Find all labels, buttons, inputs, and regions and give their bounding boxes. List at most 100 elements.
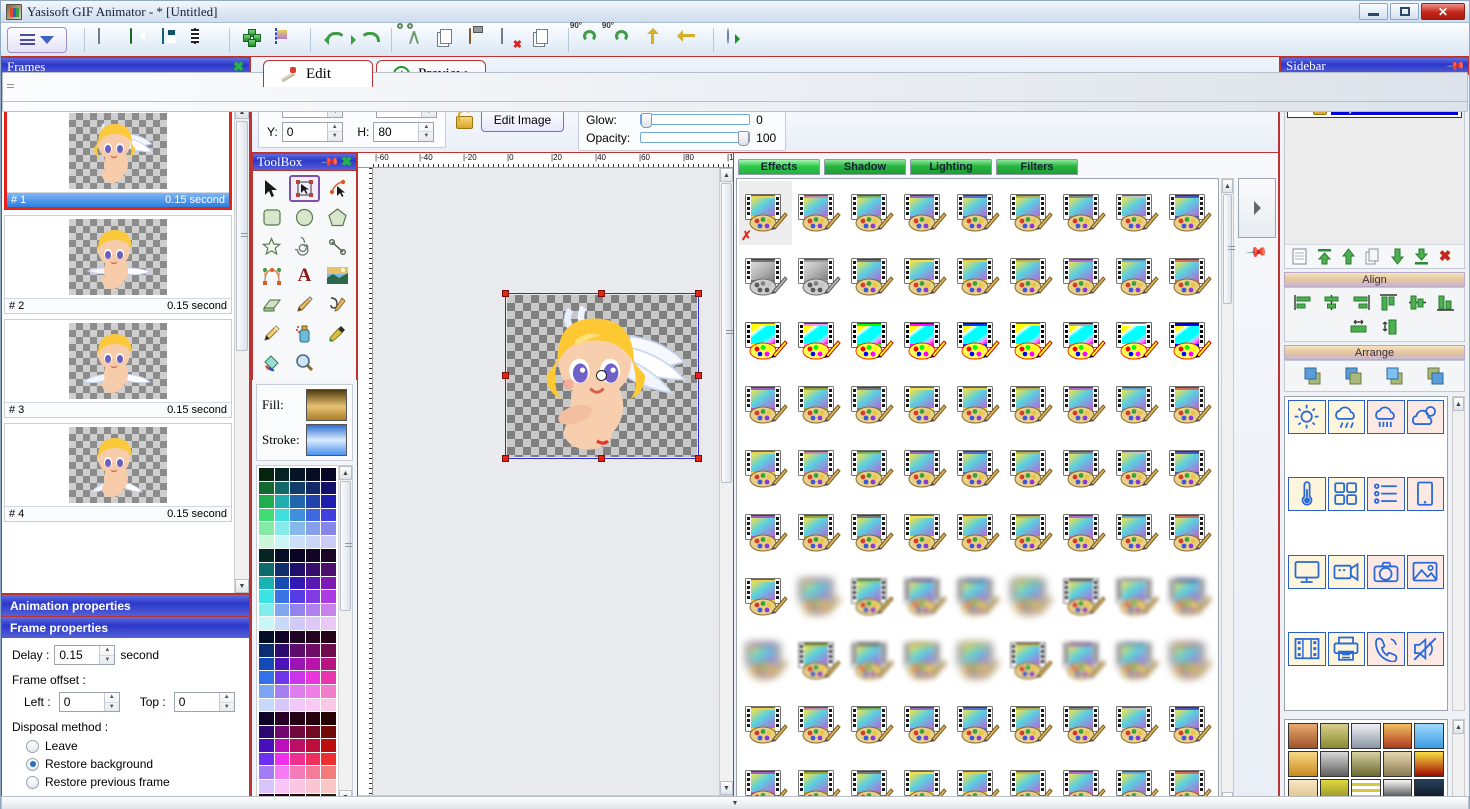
radio-icon[interactable] [26,757,39,771]
palette-swatch[interactable] [290,468,305,481]
palette-swatch[interactable] [305,671,321,684]
palette-swatch[interactable] [274,698,290,712]
effect-thumbnail[interactable] [1163,181,1216,245]
clipart-item[interactable] [1327,554,1365,589]
export-gif-button[interactable] [190,26,220,54]
palette-swatch[interactable] [290,603,305,617]
clipart-item[interactable] [1367,400,1405,434]
curve-pencil-tool[interactable] [322,291,353,318]
palette-swatch[interactable] [321,657,336,671]
transform-tool[interactable] [289,175,320,202]
palette-swatch[interactable] [305,549,321,562]
save-file-button[interactable] [158,26,188,54]
polygon-tool[interactable] [322,204,353,231]
palette-swatch[interactable] [305,630,321,644]
disposal-option-leave[interactable]: Leave [26,739,239,753]
palette-swatch[interactable] [259,657,274,671]
disposal-option-restore-background[interactable]: Restore background [26,757,239,771]
bezier-tool[interactable] [256,262,287,289]
palette-swatch[interactable] [259,671,274,684]
scrollbar-thumb[interactable] [340,481,352,611]
effect-thumbnail[interactable] [898,373,951,437]
stroke-color-swatch[interactable] [305,424,347,456]
effect-thumbnail[interactable] [951,437,1004,501]
spin-up-icon[interactable]: ▲ [419,123,434,132]
effect-thumbnail[interactable] [1057,437,1110,501]
palette-swatch[interactable] [321,671,336,684]
delete-layer-button[interactable]: ✖ [1439,248,1457,266]
effect-thumbnail[interactable] [898,693,951,757]
palette-swatch[interactable] [274,481,290,495]
palette-swatch[interactable] [290,657,305,671]
clipart-item[interactable] [1406,477,1444,512]
palette-swatch[interactable] [259,617,274,630]
animation-properties-header[interactable]: Animation properties [1,594,250,616]
palette-swatch[interactable] [305,739,321,752]
palette-swatch[interactable] [290,562,305,576]
brush-tool[interactable] [256,320,287,347]
effect-thumbnail[interactable] [1057,693,1110,757]
tab-effects[interactable]: Effects [738,159,820,175]
gradient-swatch[interactable] [1319,751,1350,777]
align-middle-vertical-button[interactable] [1404,292,1431,312]
align-top-button[interactable] [1376,292,1403,312]
frame-list-item[interactable]: # 3 0.15 second [4,319,232,418]
node-edit-tool[interactable] [322,175,353,202]
palette-swatch[interactable] [305,468,321,481]
palette-swatch[interactable] [274,657,290,671]
spin-up-icon[interactable]: ▲ [104,693,119,703]
gradient-swatch[interactable] [1288,751,1318,777]
palette-swatch[interactable] [321,468,336,481]
palette-swatch[interactable] [290,522,305,535]
effect-thumbnail[interactable] [951,693,1004,757]
palette-swatch[interactable] [305,685,321,698]
effect-thumbnail[interactable] [951,373,1004,437]
left-input[interactable] [59,693,104,711]
palette-swatch[interactable] [259,766,274,779]
palette-swatch[interactable] [321,576,336,590]
left-spin-buttons[interactable]: ▲ ▼ [103,693,119,711]
gradient-swatch[interactable] [1319,723,1350,749]
palette-swatch[interactable] [290,481,305,495]
effect-thumbnail[interactable] [1163,309,1216,373]
effect-thumbnail[interactable] [739,629,792,693]
send-backward-button[interactable] [1385,366,1405,386]
palette-swatch[interactable] [305,508,321,522]
spray-tool[interactable] [289,320,320,347]
palette-swatch[interactable] [305,712,321,725]
close-button[interactable]: ✕ [1421,3,1465,20]
effect-thumbnail[interactable] [1163,501,1216,565]
effect-thumbnail[interactable] [1110,373,1163,437]
image-tool[interactable] [322,262,353,289]
effect-thumbnail[interactable] [898,501,951,565]
effect-thumbnail[interactable] [845,565,898,629]
effect-thumbnail[interactable] [1110,565,1163,629]
palette-swatch[interactable] [305,522,321,535]
effects-scrollbar[interactable]: ▲ ▼ [1221,178,1235,807]
palette-swatch[interactable] [274,590,290,603]
palette-swatch[interactable] [259,712,274,725]
align-left-button[interactable] [1290,292,1317,312]
palette-swatch[interactable] [274,562,290,576]
menu-list-button[interactable] [7,26,67,53]
close-icon[interactable]: ✖ [341,155,352,170]
effect-thumbnail[interactable] [1004,693,1057,757]
resize-handle-se[interactable] [695,455,702,462]
palette-swatch[interactable] [305,657,321,671]
gradient-swatch[interactable] [1351,723,1381,749]
palette-swatch[interactable] [321,698,336,712]
effect-thumbnail[interactable] [792,309,845,373]
scroll-down-arrow-icon[interactable]: ▼ [235,579,249,593]
clipart-item[interactable] [1288,554,1326,589]
spin-down-icon[interactable]: ▼ [328,132,342,141]
spin-down-icon[interactable]: ▼ [419,132,433,141]
scroll-up-arrow-icon[interactable]: ▲ [1453,397,1464,411]
palette-swatch[interactable] [259,535,274,549]
tab-filters[interactable]: Filters [996,159,1078,175]
palette-swatch[interactable] [290,766,305,779]
palette-swatch[interactable] [274,576,290,590]
palette-swatch[interactable] [305,698,321,712]
effect-thumbnail[interactable] [951,309,1004,373]
top-spin-buttons[interactable]: ▲ ▼ [218,693,234,711]
effect-thumbnail[interactable] [792,501,845,565]
